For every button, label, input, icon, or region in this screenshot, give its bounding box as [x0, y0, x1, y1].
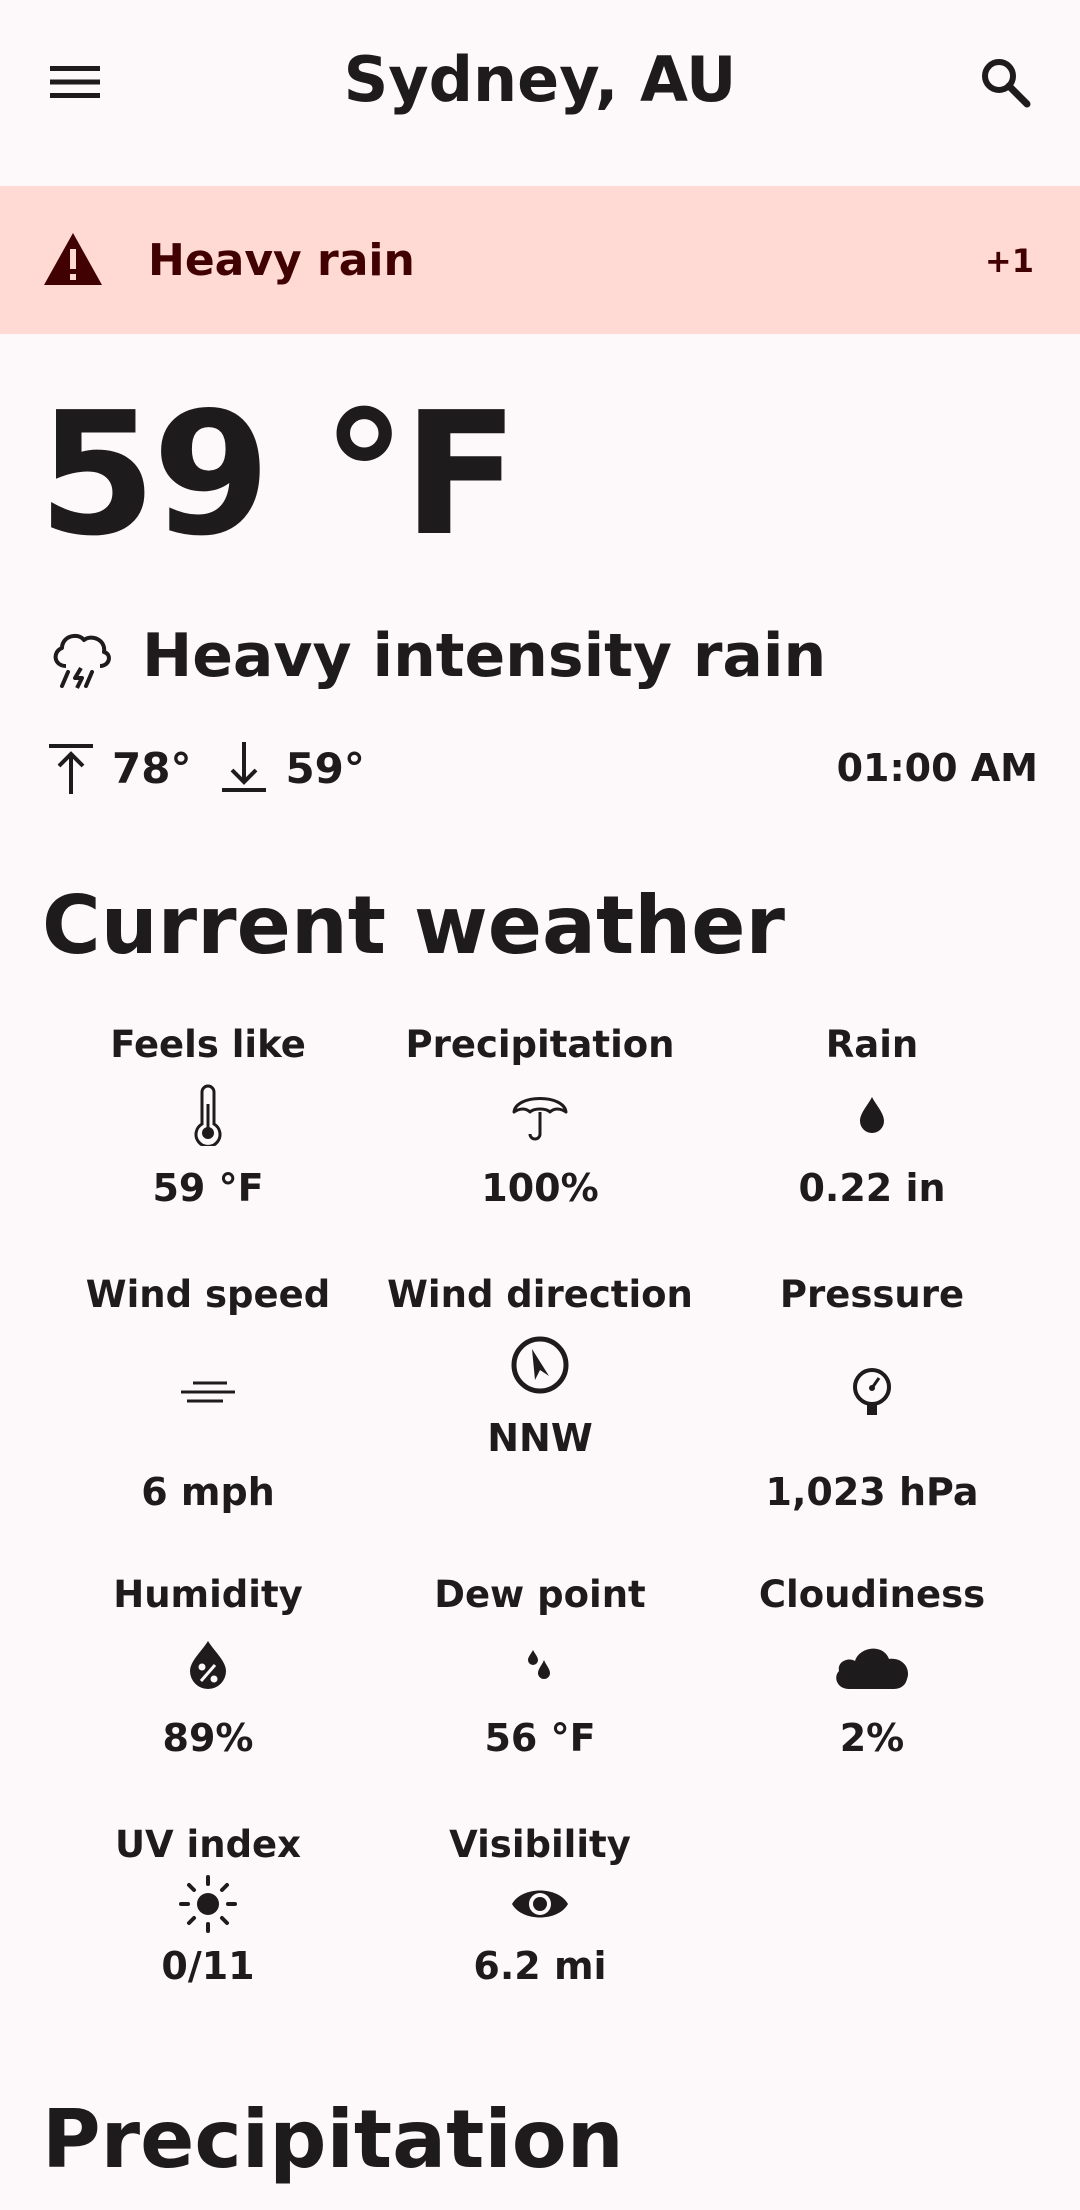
- wind-icon: [181, 1381, 235, 1403]
- city-title: Sydney, AU: [343, 43, 737, 116]
- arrow-down-icon: [222, 742, 267, 792]
- metric-label: Feels like: [110, 1023, 306, 1066]
- metric-wind-speed: Wind speed 6 mph: [43, 1268, 373, 1522]
- metric-label: Wind direction: [387, 1273, 693, 1316]
- top-app-bar: Sydney, AU: [0, 0, 1080, 164]
- umbrella-icon: [512, 1097, 568, 1141]
- metric-wind-direction: Wind direction NNW: [375, 1268, 705, 1468]
- metric-value: 100%: [481, 1166, 599, 1210]
- humidity-icon: [190, 1641, 226, 1689]
- observation-time: 01:00 AM: [836, 746, 1038, 790]
- arrow-up-icon: [49, 744, 93, 794]
- metric-label: Pressure: [779, 1273, 965, 1316]
- metric-value: 2%: [839, 1716, 905, 1760]
- metric-value: 6.2 mi: [473, 1944, 607, 1988]
- metric-label: Wind speed: [85, 1273, 331, 1316]
- current-weather-heading: Current weather: [42, 879, 785, 972]
- metric-value: 0.22 in: [798, 1166, 946, 1210]
- metric-label: Humidity: [113, 1573, 303, 1616]
- metric-value: 0/11: [161, 1944, 255, 1988]
- warning-icon: [44, 233, 102, 285]
- metric-value: 89%: [162, 1716, 254, 1760]
- precipitation-heading: Precipitation: [42, 2093, 624, 2186]
- dew-drops-icon: [528, 1650, 550, 1679]
- alert-count-badge: +1: [984, 242, 1034, 280]
- metric-dew-point: Dew point 56 °F: [375, 1568, 705, 1768]
- metric-value: NNW: [487, 1416, 593, 1460]
- metric-cloudiness: Cloudiness 2%: [707, 1568, 1037, 1768]
- weather-condition: Heavy intensity rain: [142, 621, 827, 691]
- metric-value: 59 °F: [152, 1166, 264, 1210]
- high-temp: 78°: [112, 743, 192, 793]
- menu-button[interactable]: [30, 46, 120, 118]
- metric-precipitation: Precipitation 100%: [375, 1018, 705, 1218]
- metric-label: Dew point: [434, 1573, 646, 1616]
- metric-visibility: Visibility 6.2 mi: [375, 1818, 705, 1996]
- search-icon: [982, 59, 1031, 108]
- weather-screen: Sydney, AU Heavy rain +1 59 °F Heavy int…: [0, 0, 1080, 2210]
- search-button[interactable]: [960, 42, 1050, 122]
- menu-icon: [50, 66, 100, 98]
- metric-label: Rain: [825, 1023, 919, 1066]
- gauge-icon: [853, 1368, 891, 1415]
- metric-value: 1,023 hPa: [765, 1470, 979, 1514]
- compass-icon: [511, 1336, 569, 1394]
- metric-humidity: Humidity 89%: [43, 1568, 373, 1768]
- cloud-icon: [836, 1648, 909, 1689]
- current-temperature: 59 °F: [38, 376, 519, 574]
- metric-value: 6 mph: [141, 1470, 275, 1514]
- metric-pressure: Pressure 1,023 hPa: [707, 1268, 1037, 1522]
- metric-value: 56 °F: [484, 1716, 596, 1760]
- metric-feels-like: Feels like 59 °F: [43, 1018, 373, 1218]
- metric-rain: Rain 0.22 in: [707, 1018, 1037, 1218]
- metric-label: UV index: [114, 1823, 302, 1866]
- thermometer-icon: [194, 1084, 222, 1146]
- eye-icon: [512, 1890, 568, 1918]
- thunderstorm-rain-icon: [53, 633, 111, 689]
- weather-alert-banner[interactable]: Heavy rain +1: [0, 186, 1080, 334]
- sun-icon: [179, 1875, 237, 1933]
- water-drop-icon: [860, 1097, 884, 1133]
- low-temp: 59°: [285, 743, 365, 793]
- metric-label: Precipitation: [405, 1023, 675, 1066]
- metric-label: Visibility: [449, 1823, 631, 1866]
- alert-title: Heavy rain: [148, 235, 415, 286]
- high-low-temps: 78° 59°: [46, 738, 393, 798]
- metric-uv-index: UV index 0/11: [43, 1818, 373, 1996]
- metric-label: Cloudiness: [758, 1573, 986, 1616]
